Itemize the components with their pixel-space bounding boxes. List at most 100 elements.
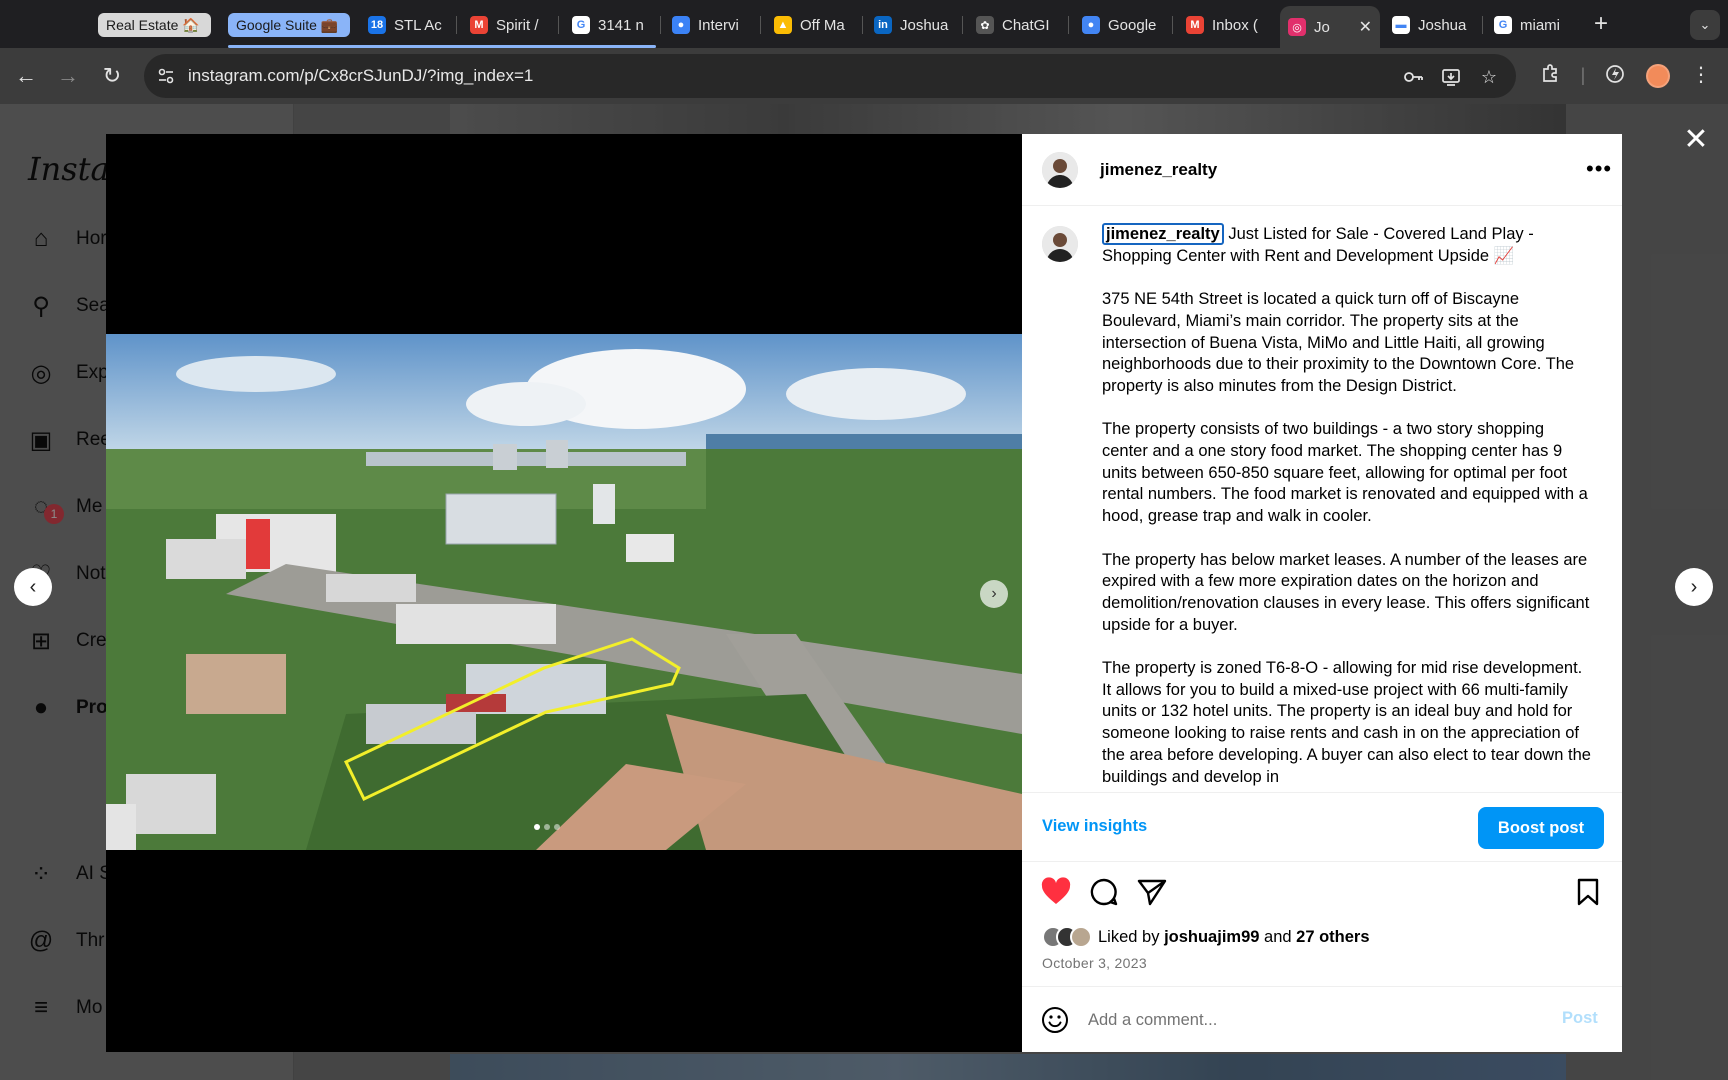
insights-bar: View insights Boost post: [1022, 792, 1622, 862]
forward-icon[interactable]: →: [54, 62, 82, 90]
comment-bubble-icon[interactable]: [1088, 876, 1120, 908]
close-modal-icon[interactable]: ✕: [1680, 124, 1712, 156]
caption-text: jimenez_realty Just Listed for Sale - Co…: [1102, 223, 1592, 792]
emoji-icon[interactable]: [1040, 1005, 1070, 1035]
install-app-icon[interactable]: [1440, 66, 1462, 88]
globe-icon: ●: [1082, 16, 1100, 34]
browser-tab[interactable]: ▬ Joshua: [1384, 8, 1478, 42]
tab-group-real-estate[interactable]: Real Estate 🏠: [98, 13, 211, 37]
tab-separator: [1482, 16, 1483, 34]
google-icon: G: [1494, 16, 1512, 34]
back-icon[interactable]: ←: [12, 62, 40, 90]
save-bookmark-icon[interactable]: [1572, 876, 1604, 908]
more-options-icon[interactable]: •••: [1586, 156, 1612, 182]
reload-icon[interactable]: ↻: [98, 62, 126, 90]
tab-separator: [456, 16, 457, 34]
tab-separator: [558, 16, 559, 34]
media-pagination-dots: [534, 824, 560, 830]
liker-avatar[interactable]: [1070, 926, 1092, 948]
drive-icon: ▲: [774, 16, 792, 34]
share-send-icon[interactable]: [1136, 876, 1168, 908]
author-username[interactable]: jimenez_realty: [1100, 160, 1217, 180]
browser-tab-title: STL Ac: [394, 16, 442, 34]
post-caption-scroll[interactable]: jimenez_realty Just Listed for Sale - Co…: [1022, 206, 1622, 792]
caption-author-avatar[interactable]: [1042, 226, 1078, 262]
caption-paragraph: 375 NE 54th Street is located a quick tu…: [1102, 290, 1575, 395]
liked-others-link[interactable]: 27 others: [1296, 928, 1369, 946]
password-key-icon[interactable]: [1402, 66, 1424, 88]
browser-tab-title: Intervi: [698, 16, 739, 34]
tab-separator: [1172, 16, 1173, 34]
calendar-icon: 18: [368, 16, 386, 34]
performance-icon[interactable]: [1602, 62, 1628, 88]
view-insights-link[interactable]: View insights: [1042, 817, 1147, 836]
browser-tab[interactable]: in Joshua: [866, 8, 958, 42]
comment-input[interactable]: [1088, 1008, 1508, 1032]
browser-tab-title: Google: [1108, 16, 1157, 34]
tab-separator: [1068, 16, 1069, 34]
browser-tab[interactable]: M Spirit /: [462, 8, 554, 42]
post-media: ›: [106, 134, 1022, 1052]
browser-tab[interactable]: ◎ Jo ✕: [1280, 6, 1380, 48]
google-icon: G: [572, 16, 590, 34]
browser-menu-icon[interactable]: ⋮: [1688, 62, 1714, 88]
browser-tab[interactable]: Gmiami: [1486, 8, 1582, 42]
post-modal: › jimenez_realty ••• jimenez_realty Just…: [106, 134, 1622, 1052]
new-tab-button[interactable]: +: [1594, 10, 1608, 38]
gmail-icon: M: [1186, 16, 1204, 34]
browser-tab[interactable]: M Inbox (: [1178, 8, 1270, 42]
liked-by-user-link[interactable]: joshuajim99: [1164, 928, 1259, 946]
tab-separator: [760, 16, 761, 34]
extensions-icon[interactable]: [1538, 62, 1564, 88]
post-date[interactable]: October 3, 2023: [1042, 955, 1147, 971]
previous-post-icon[interactable]: ‹: [14, 568, 52, 606]
tab-group-google-suite[interactable]: Google Suite 💼: [228, 13, 350, 37]
browser-tab-title: Inbox (: [1212, 16, 1258, 34]
browser-tab[interactable]: G 3141 n: [564, 8, 656, 42]
bookmark-star-icon[interactable]: ☆: [1478, 66, 1500, 88]
browser-tab[interactable]: ✿ ChatGI: [968, 8, 1064, 42]
browser-profile-avatar[interactable]: [1646, 64, 1670, 88]
browser-tab[interactable]: ● Intervi: [664, 8, 756, 42]
chatgpt-icon: ✿: [976, 16, 994, 34]
browser-tab-title: Joshua: [1418, 16, 1467, 34]
browser-tab[interactable]: ▲ Off Ma: [766, 8, 858, 42]
media-dot: [534, 824, 540, 830]
next-post-icon[interactable]: ›: [1675, 568, 1713, 606]
caption-paragraph: The property consists of two buildings -…: [1102, 420, 1588, 526]
url-text[interactable]: instagram.com/p/Cx8crSJunDJ/?img_index=1: [188, 66, 533, 86]
tab-search-icon[interactable]: ⌄: [1690, 10, 1720, 40]
media-next-icon[interactable]: ›: [980, 580, 1008, 608]
browser-tab-title: Spirit /: [496, 16, 539, 34]
globe-icon: ●: [672, 16, 690, 34]
author-avatar[interactable]: [1042, 152, 1078, 188]
linkedin-icon: in: [874, 16, 892, 34]
tab-separator: [962, 16, 963, 34]
tab-separator: [862, 16, 863, 34]
boost-post-button[interactable]: Boost post: [1478, 807, 1604, 849]
media-dot: [554, 824, 560, 830]
browser-tab-title: Joshua: [900, 16, 949, 34]
browser-tab-title: Jo: [1314, 18, 1330, 36]
post-comment-button[interactable]: Post: [1562, 1009, 1598, 1028]
browser-tab[interactable]: ● Google: [1074, 8, 1168, 42]
toolbar-divider: |: [1580, 65, 1586, 85]
instagram-icon: ◎: [1288, 18, 1306, 36]
site-info-icon[interactable]: [156, 66, 176, 86]
tab-separator: [660, 16, 661, 34]
browser-tab-title: Off Ma: [800, 16, 845, 34]
aerial-property-photo[interactable]: [106, 334, 1022, 850]
browser-tab-title: 3141 n: [598, 16, 644, 34]
gmail-icon: M: [470, 16, 488, 34]
caption-paragraph: The property has below market leases. A …: [1102, 550, 1590, 634]
caption-paragraph: The property is zoned T6-8-O - allowing …: [1102, 659, 1591, 786]
media-dot: [544, 824, 550, 830]
like-heart-icon[interactable]: [1040, 876, 1072, 908]
caption-username-link[interactable]: jimenez_realty: [1102, 223, 1224, 245]
close-tab-icon[interactable]: ✕: [1359, 17, 1372, 37]
post-actions: [1022, 862, 1622, 922]
browser-tab-title: ChatGI: [1002, 16, 1050, 34]
browser-tab[interactable]: 18 STL Ac: [360, 8, 452, 42]
address-bar[interactable]: instagram.com/p/Cx8crSJunDJ/?img_index=1…: [144, 54, 1516, 98]
comment-bar: Post: [1022, 986, 1622, 1052]
